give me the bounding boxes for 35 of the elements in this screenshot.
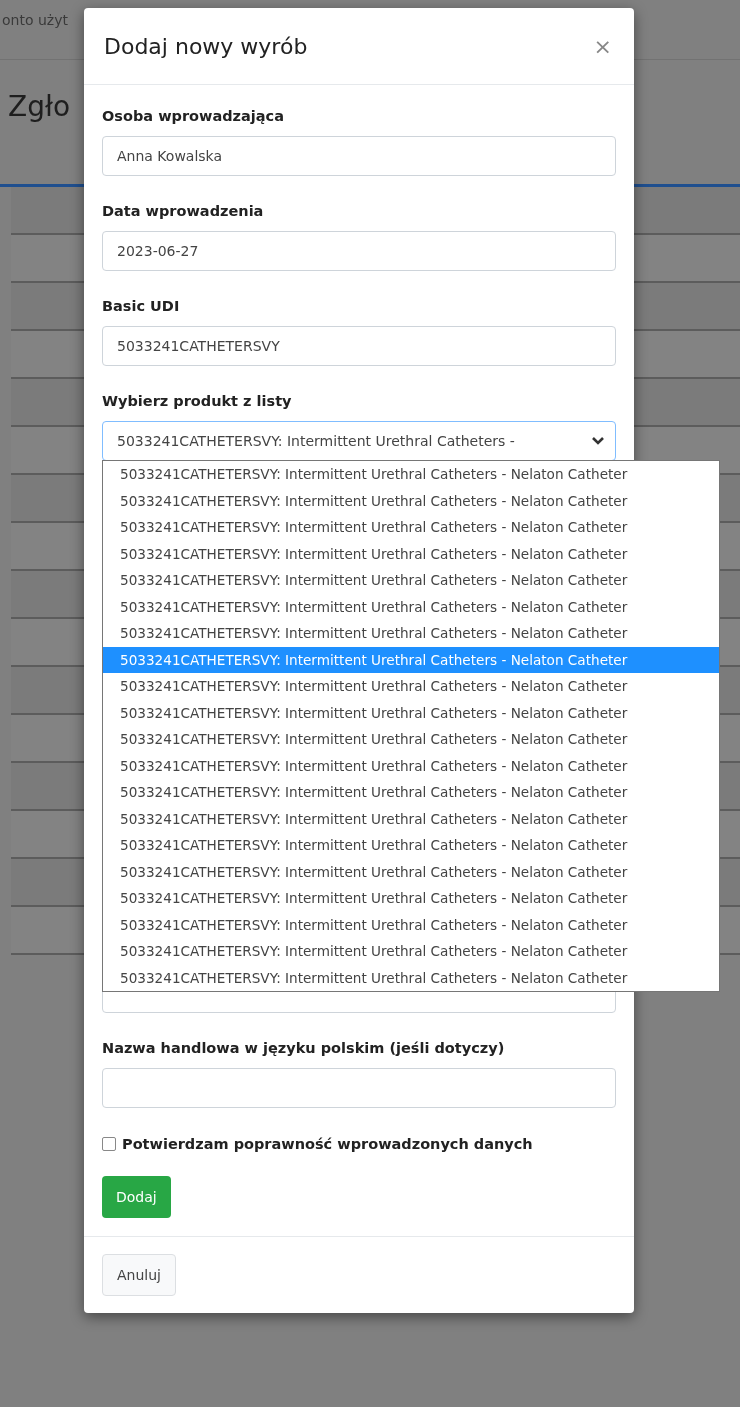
checkbox[interactable] (102, 1137, 116, 1151)
checkbox-label: Potwierdzam poprawność wprowadzonych danych (122, 1136, 533, 1152)
dropdown-option[interactable]: 5033241CATHETERSVY: Intermittent Urethral Catheters - Nelaton Catheter (103, 911, 719, 938)
dropdown-option[interactable]: 5033241CATHETERSVY: Intermittent Urethral Catheters - Nelaton Catheter (103, 567, 719, 594)
dropdown-option[interactable]: 5033241CATHETERSVY: Intermittent Urethral Catheters - Nelaton Catheter (103, 593, 719, 620)
dropdown-option[interactable]: 5033241CATHETERSVY: Intermittent Urethral Catheters - Nelaton Catheter (103, 540, 719, 567)
dropdown-option[interactable]: 5033241CATHETERSVY: Intermittent Urethral Catheters - Nelaton Catheter (103, 938, 719, 965)
dropdown-option[interactable]: 5033241CATHETERSVY: Intermittent Urethral Catheters - Nelaton Catheter (103, 514, 719, 541)
input-field[interactable]: Anna Kowalska (102, 136, 616, 176)
input-field[interactable]: 5033241CATHETERSVY (102, 326, 616, 366)
dropdown-option[interactable]: 5033241CATHETERSVY: Intermittent Urethral Catheters - Nelaton Catheter (103, 858, 719, 885)
dropdown-option[interactable]: 5033241CATHETERSVY: Intermittent Urethral Catheters - Nelaton Catheter (103, 461, 719, 488)
input-field[interactable]: 2023-06-27 (102, 231, 616, 271)
modal-title: Dodaj nowy wyrób (104, 33, 308, 59)
field-label: Nazwa handlowa w języku polskim (jeśli dotyczy) (102, 1039, 506, 1058)
field-label: Osoba wprowadzająca (102, 107, 285, 126)
close-button[interactable]: × (589, 33, 616, 59)
cancel-button[interactable]: Anuluj (102, 1254, 176, 1296)
dropdown-option[interactable]: 5033241CATHETERSVY: Intermittent Urethral Catheters - Nelaton Catheter (103, 673, 719, 700)
field-label: Basic UDI (102, 297, 181, 316)
field-label: Data wprowadzenia (102, 202, 265, 221)
dropdown-option[interactable]: 5033241CATHETERSVY: Intermittent Urethral Catheters - Nelaton Catheter (103, 805, 719, 832)
dropdown-option[interactable]: 5033241CATHETERSVY: Intermittent Urethral Catheters - Nelaton Catheter (103, 487, 719, 514)
dropdown-option[interactable]: 5033241CATHETERSVY: Intermittent Urethral Catheters - Nelaton Catheter (103, 964, 719, 991)
chevron-down-icon (591, 436, 605, 446)
page-heading: Zgło (8, 90, 71, 123)
dropdown-option[interactable]: 5033241CATHETERSVY: Intermittent Urethral Catheters - Nelaton Catheter (103, 779, 719, 806)
dropdown-option[interactable]: 5033241CATHETERSVY: Intermittent Urethral Catheters - Nelaton Catheter (103, 885, 719, 912)
dropdown-option[interactable]: 5033241CATHETERSVY: Intermittent Urethral Catheters - Nelaton Catheter (103, 832, 719, 859)
input-field[interactable] (102, 1068, 616, 1108)
dropdown-option[interactable]: 5033241CATHETERSVY: Intermittent Urethral Catheters - Nelaton Catheter (103, 752, 719, 779)
dropdown-option[interactable]: 5033241CATHETERSVY: Intermittent Urethral Catheters - Nelaton Catheter (103, 620, 719, 647)
dropdown-option[interactable]: 5033241CATHETERSVY: Intermittent Urethral Catheters - Nelaton Catheter (103, 726, 719, 753)
field-label: Wybierz produkt z listy (102, 392, 293, 411)
dropdown-option[interactable]: 5033241CATHETERSVY: Intermittent Urethral Catheters - Nelaton Catheter (103, 699, 719, 726)
